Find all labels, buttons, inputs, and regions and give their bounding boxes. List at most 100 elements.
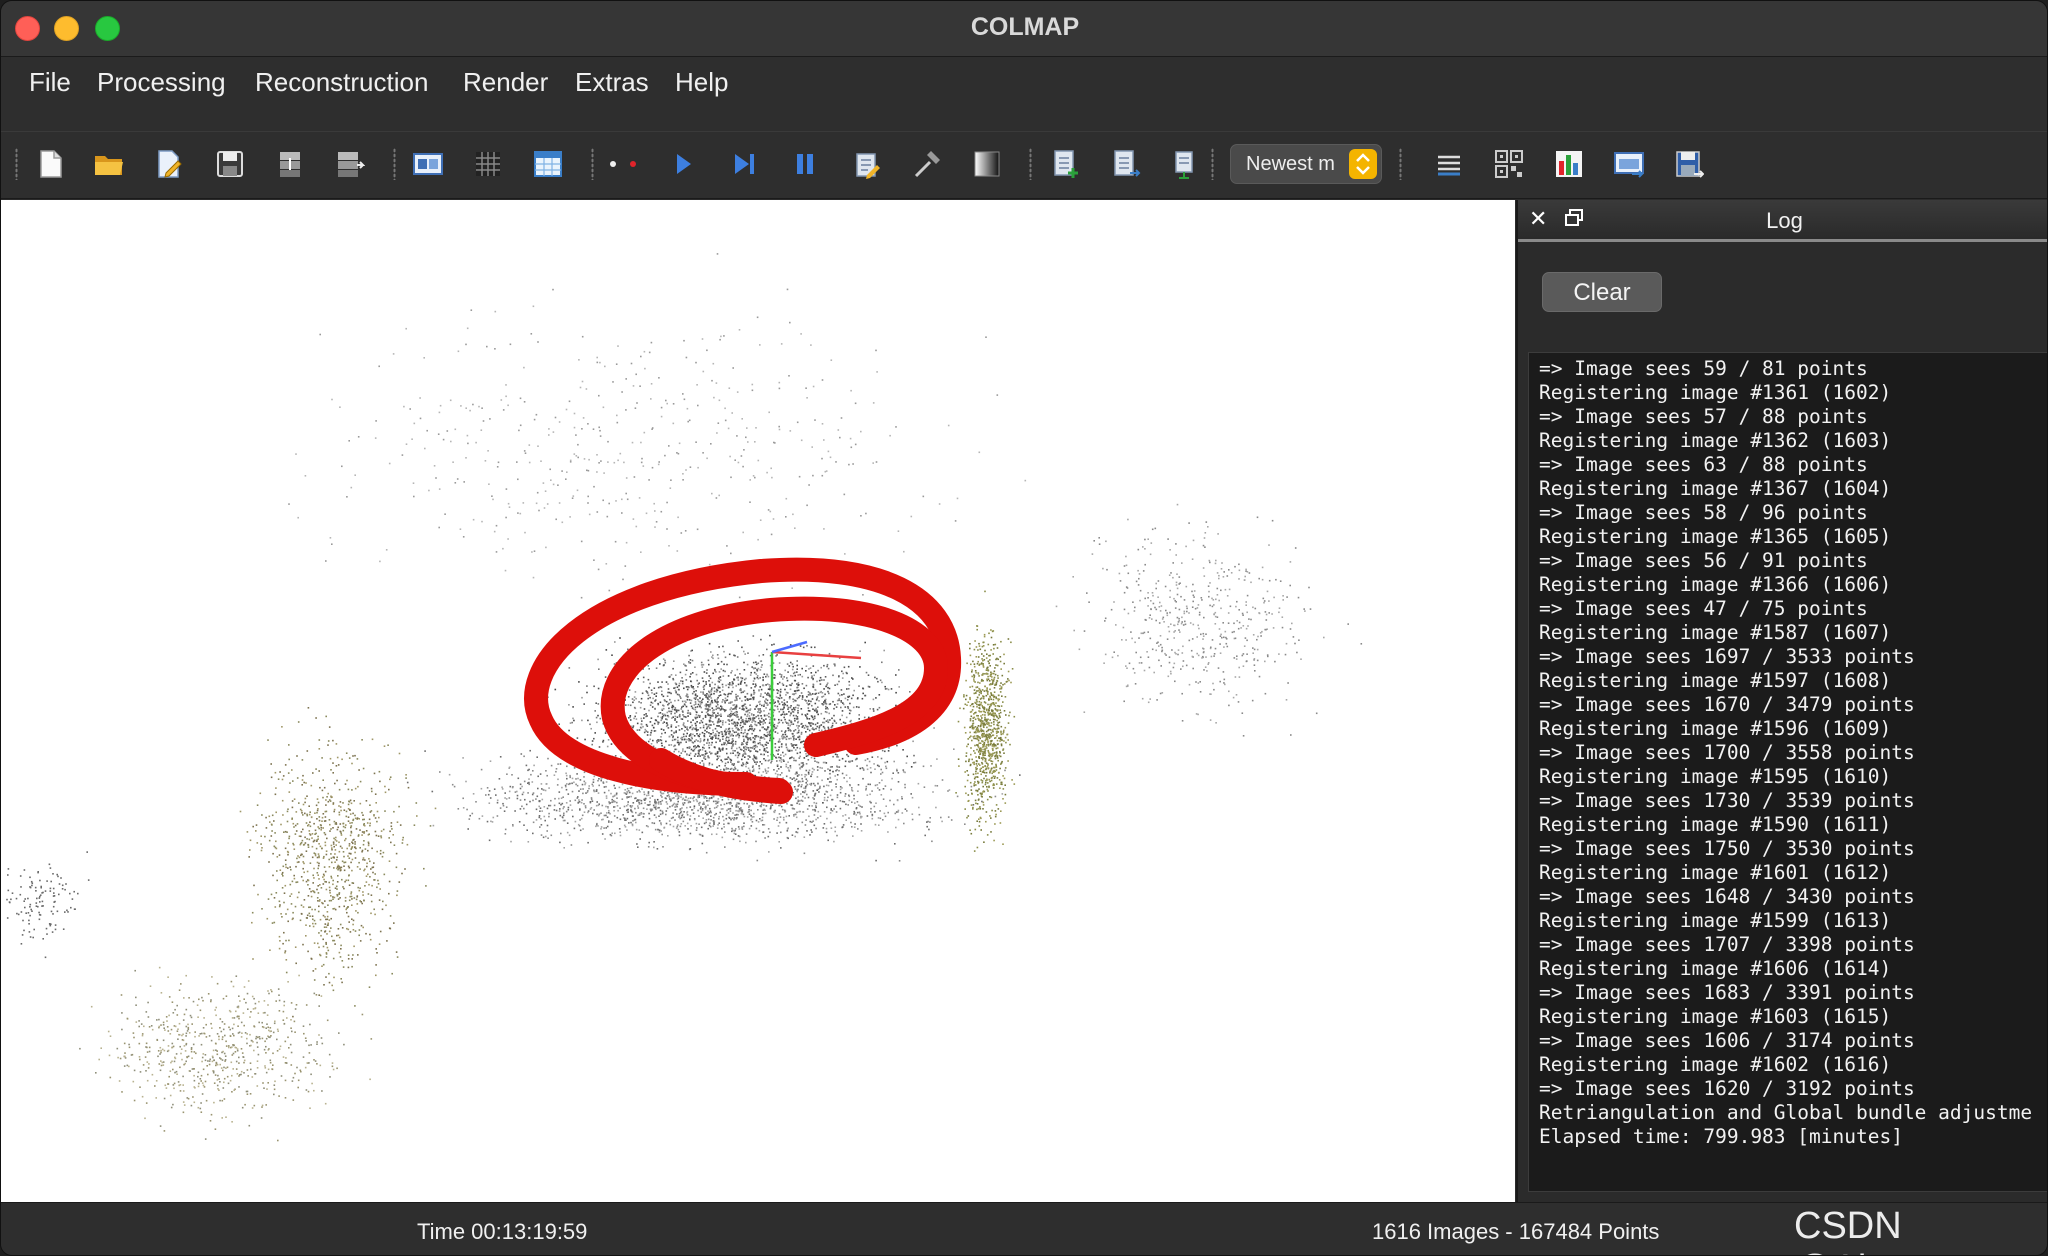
menu-extras[interactable]: Extras (571, 63, 653, 102)
database-management-icon[interactable] (531, 146, 565, 182)
reconstruction-stats-icon[interactable] (1109, 146, 1143, 182)
point (777, 697, 779, 699)
point (787, 708, 789, 710)
dense-reconstruction-icon[interactable] (970, 146, 1004, 182)
grab-image-icon[interactable] (1492, 146, 1526, 182)
feature-matching-icon[interactable] (471, 146, 505, 182)
point (754, 761, 756, 763)
point (1003, 777, 1006, 780)
point (543, 815, 546, 818)
pause-reconstruction-icon[interactable] (788, 146, 822, 182)
open-project-icon[interactable] (92, 146, 126, 182)
point (786, 735, 788, 738)
point (736, 747, 738, 750)
point (796, 718, 799, 720)
point (860, 823, 862, 825)
point (690, 825, 692, 827)
point (681, 814, 683, 817)
point (722, 747, 724, 750)
point (598, 778, 600, 780)
point (753, 759, 755, 762)
point (732, 686, 734, 689)
point (629, 704, 632, 707)
point (637, 807, 640, 809)
point (990, 702, 993, 705)
point (726, 695, 729, 698)
import-model-icon[interactable] (273, 146, 307, 182)
point (829, 812, 832, 814)
point (811, 722, 814, 725)
point (660, 742, 663, 745)
point (824, 711, 827, 713)
point (819, 815, 822, 817)
point (791, 682, 793, 685)
save-project-icon[interactable] (213, 146, 247, 182)
feature-extraction-icon[interactable] (411, 146, 445, 182)
point (699, 741, 701, 743)
point (647, 694, 650, 697)
point (762, 684, 765, 687)
point (847, 695, 849, 698)
point (733, 711, 736, 714)
point (633, 699, 635, 701)
point (740, 729, 743, 731)
menu-render[interactable]: Render (459, 63, 552, 102)
point (803, 852, 806, 855)
start-reconstruction-icon[interactable] (666, 146, 700, 182)
point (661, 796, 663, 798)
point (766, 674, 769, 676)
model-viewer[interactable] (1, 200, 1515, 1202)
point (971, 685, 974, 688)
point (1004, 784, 1006, 786)
point (829, 772, 831, 775)
point (830, 808, 832, 810)
point (629, 715, 632, 717)
point (731, 745, 733, 748)
point (567, 808, 570, 811)
point (638, 829, 641, 831)
point (840, 706, 842, 709)
point (728, 816, 730, 819)
log-icon[interactable] (1432, 146, 1466, 182)
export-model-icon[interactable] (333, 146, 367, 182)
menu-reconstruction[interactable]: Reconstruction (251, 63, 432, 102)
reset-reconstruction-icon[interactable] (850, 146, 884, 182)
point (731, 827, 733, 830)
point (748, 769, 751, 772)
point (506, 773, 508, 775)
edit-project-icon[interactable] (153, 146, 187, 182)
automatic-reconstruction-icon[interactable] (606, 146, 640, 182)
menu-processing[interactable]: Processing (93, 63, 230, 102)
new-project-icon[interactable] (34, 146, 68, 182)
match-matrix-icon[interactable] (1167, 146, 1201, 182)
statistics-icon[interactable] (1552, 146, 1586, 182)
point (743, 740, 745, 743)
point (872, 698, 875, 701)
menu-help[interactable]: Help (671, 63, 732, 102)
render-options-icon[interactable] (1049, 146, 1083, 182)
render-settings-icon[interactable] (1672, 146, 1706, 182)
point (481, 815, 484, 817)
point (850, 821, 852, 824)
point (737, 727, 739, 730)
reconstruction-selector[interactable]: Newest m (1230, 144, 1382, 184)
point (743, 825, 745, 828)
step-reconstruction-icon[interactable] (728, 146, 762, 182)
bundle-adjustment-icon[interactable] (910, 146, 944, 182)
point (637, 799, 639, 801)
point (990, 732, 993, 734)
point (692, 727, 694, 730)
point (793, 757, 795, 759)
menu-file[interactable]: File (25, 63, 75, 102)
grab-movie-icon[interactable] (1612, 146, 1646, 182)
point (813, 768, 815, 771)
point (581, 719, 583, 722)
point (981, 758, 984, 761)
point (686, 698, 689, 701)
point (605, 814, 607, 817)
point (796, 664, 798, 667)
point (885, 765, 887, 768)
point (992, 734, 995, 736)
point (731, 739, 734, 741)
point (682, 748, 684, 750)
